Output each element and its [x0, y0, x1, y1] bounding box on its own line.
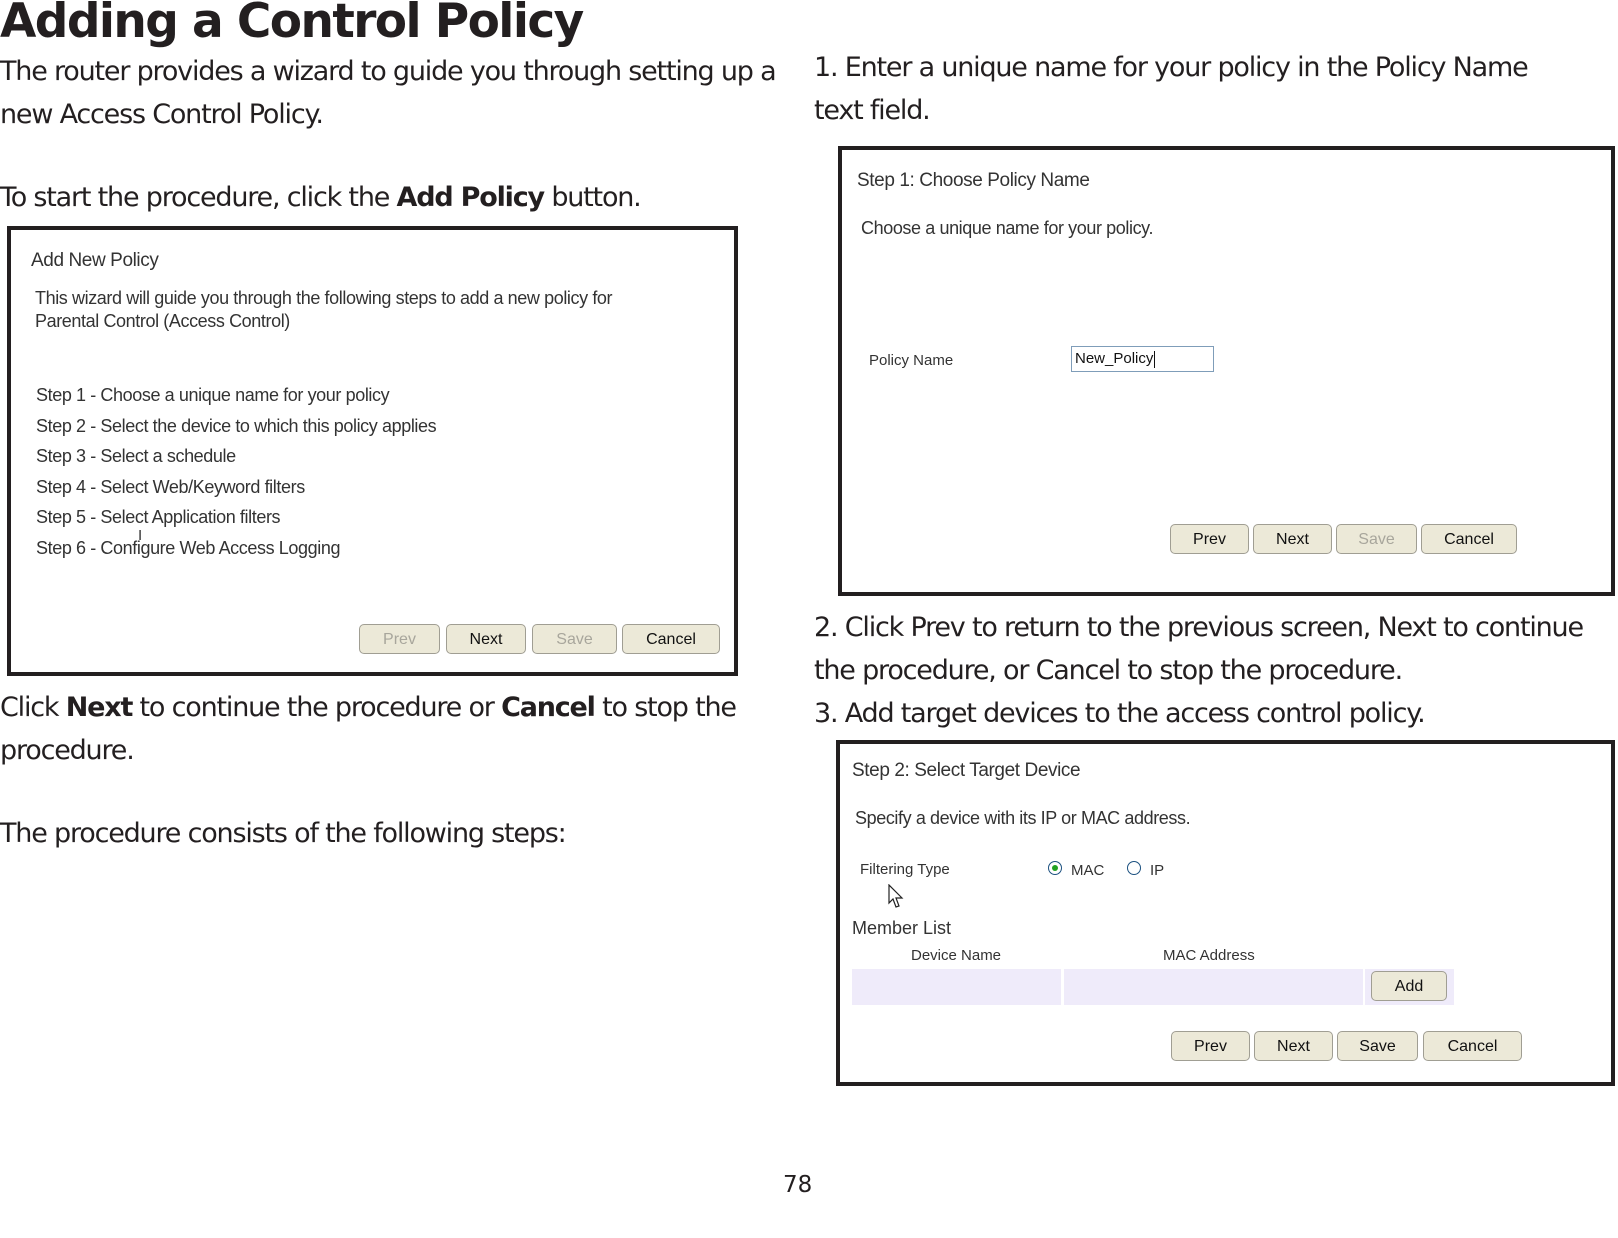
next-button[interactable]: Next: [1253, 524, 1332, 554]
ip-radio-label: IP: [1150, 862, 1165, 879]
step-3-line-1: 3. Add target devices to the access cont…: [814, 698, 1426, 729]
prev-button[interactable]: Prev: [359, 624, 440, 654]
cancel-button[interactable]: Cancel: [1421, 524, 1517, 554]
after-instruction: Click Next to continue the procedure or …: [0, 686, 737, 772]
wizard-step-item: Step 3 - Select a schedule: [36, 446, 236, 467]
member-list-label: Member List: [852, 918, 952, 938]
after-prefix: Click: [0, 692, 66, 723]
save-button[interactable]: Save: [1336, 524, 1417, 554]
mac-radio-label: MAC: [1071, 862, 1105, 879]
next-button[interactable]: Next: [1254, 1031, 1333, 1061]
text-caret: [1154, 350, 1156, 368]
step-2-3-instructions: 2. Click Prev to return to the previous …: [814, 606, 1584, 735]
mouse-pointer-icon: [888, 884, 904, 908]
step-2-description: Specify a device with its IP or MAC addr…: [855, 808, 1191, 828]
add-policy-title: Add New Policy: [31, 250, 159, 271]
after-mid: to continue the procedure or: [132, 692, 502, 723]
step-1-line-2: text field.: [814, 95, 931, 126]
step-1-instruction: 1. Enter a unique name for your policy i…: [814, 46, 1529, 132]
intro-line-1: The router provides a wizard to guide yo…: [0, 56, 777, 87]
cancel-emphasis: Cancel: [501, 692, 596, 723]
wizard-step-item: Step 6 - Configure Web Access Logging: [36, 537, 341, 558]
wizard-step-item: Step 2 - Select the device to which this…: [36, 415, 437, 436]
step-2-screenshot: Step 2: Select Target Device Specify a d…: [836, 740, 1615, 1086]
device-name-cell[interactable]: [852, 969, 1061, 1005]
step-1-title: Step 1: Choose Policy Name: [857, 170, 1090, 191]
mac-address-header: MAC Address: [1163, 947, 1255, 964]
next-button[interactable]: Next: [446, 624, 526, 654]
after-suffix: to stop the: [594, 692, 737, 723]
prev-button[interactable]: Prev: [1171, 1031, 1250, 1061]
after-line-2: procedure.: [0, 735, 135, 766]
add-policy-emphasis: Add Policy: [396, 182, 546, 213]
description-line-1: This wizard will guide you through the f…: [35, 288, 613, 308]
intro-line-2: new Access Control Policy.: [0, 99, 324, 130]
device-name-header: Device Name: [911, 947, 1002, 964]
description-line-2: Parental Control (Access Control): [35, 311, 290, 331]
save-button[interactable]: Save: [532, 624, 617, 654]
step-1-screenshot: Step 1: Choose Policy Name Choose a uniq…: [838, 146, 1615, 596]
step-2-line-1: 2. Click Prev to return to the previous …: [814, 612, 1584, 643]
add-device-button[interactable]: Add: [1371, 971, 1447, 1001]
mac-radio[interactable]: [1048, 861, 1062, 875]
step-1-line-1: 1. Enter a unique name for your policy i…: [814, 52, 1529, 83]
step-2-title: Step 2: Select Target Device: [852, 760, 1081, 781]
text-cursor-icon: I: [138, 527, 143, 544]
cancel-button[interactable]: Cancel: [1423, 1031, 1522, 1061]
start-instruction: To start the procedure, click the Add Po…: [0, 176, 642, 219]
cancel-button[interactable]: Cancel: [622, 624, 720, 654]
wizard-step-item: Step 5 - Select Application filters: [36, 507, 281, 528]
start-prefix: To start the procedure, click the: [0, 182, 397, 213]
add-policy-description: This wizard will guide you through the f…: [35, 287, 613, 333]
add-new-policy-screenshot: Add New Policy This wizard will guide yo…: [7, 226, 738, 676]
mac-address-cell[interactable]: [1064, 969, 1363, 1005]
filtering-type-label: Filtering Type: [860, 861, 950, 878]
next-emphasis: Next: [65, 692, 134, 723]
steps-intro: The procedure consists of the following …: [0, 818, 567, 849]
page-number: 78: [783, 1172, 813, 1198]
step-2-line-2: the procedure, or Cancel to stop the pro…: [814, 655, 1403, 686]
ip-radio[interactable]: [1127, 861, 1141, 875]
save-button[interactable]: Save: [1337, 1031, 1418, 1061]
step-1-description: Choose a unique name for your policy.: [861, 218, 1154, 238]
page-title: Adding a Control Policy: [0, 0, 584, 49]
policy-name-label: Policy Name: [869, 352, 954, 369]
start-suffix: button.: [543, 182, 641, 213]
prev-button[interactable]: Prev: [1170, 524, 1249, 554]
intro-paragraph: The router provides a wizard to guide yo…: [0, 50, 777, 136]
policy-name-input[interactable]: New_Policy: [1071, 346, 1214, 372]
wizard-step-item: Step 4 - Select Web/Keyword filters: [36, 476, 305, 497]
wizard-steps-list: Step 1 - Choose a unique name for your p…: [36, 380, 437, 564]
wizard-step-item: Step 1 - Choose a unique name for your p…: [36, 385, 390, 405]
policy-name-value: New_Policy: [1075, 350, 1154, 367]
after-line-1: Click Next to continue the procedure or …: [0, 686, 737, 729]
